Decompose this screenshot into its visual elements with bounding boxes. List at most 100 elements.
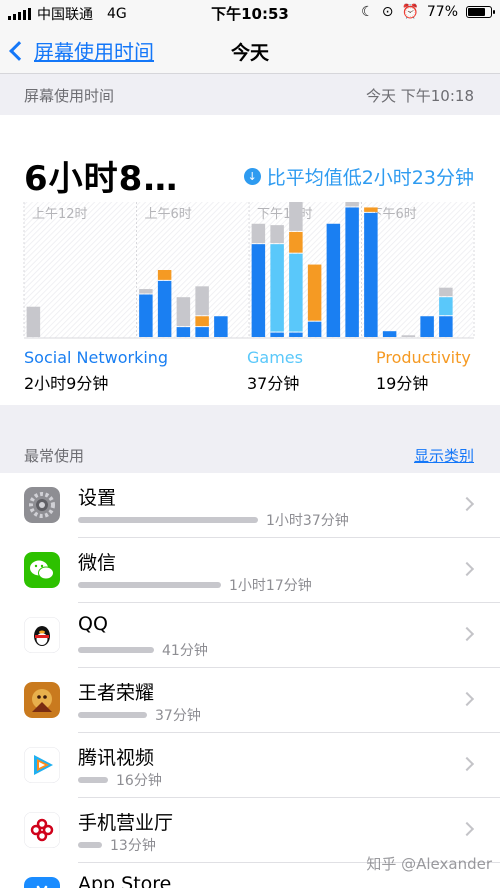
app-name: 腾讯视频	[78, 747, 155, 769]
chart-bar-segment	[382, 331, 397, 337]
legend-social-time: 2小时9分钟	[24, 374, 109, 393]
chart-bar-segment	[157, 270, 172, 280]
usage-bar	[78, 647, 154, 653]
chart-bar-segment	[157, 280, 172, 337]
chevron-right-icon	[459, 561, 475, 577]
chart-bar-segment	[439, 297, 453, 316]
chevron-right-icon	[459, 756, 475, 772]
daily-summary-card[interactable]: 6小时8… ↓ 比平均值低2小时23分钟 上午12时 上午6时 下午12时 下午6时 …	[0, 115, 500, 405]
watermark: 知乎 @Alexander	[366, 855, 492, 873]
chart-bar-segment	[289, 253, 303, 332]
chevron-right-icon	[459, 496, 475, 512]
app-name: 微信	[78, 552, 117, 574]
app-usage-list: 设置 1小时37分钟 微信 1小时17分钟 QQ 41分钟 王者荣耀 37分钟	[0, 473, 500, 888]
china-unicom-icon	[24, 812, 60, 848]
honor-of-kings-icon	[24, 682, 60, 718]
legend-games-label: Games	[247, 348, 303, 367]
usage-time: 41分钟	[162, 643, 208, 659]
screen-time-section-header: 屏幕使用时间 今天 下午10:18	[0, 75, 500, 115]
tencent-video-icon	[24, 747, 60, 783]
legend-games: Games 37分钟	[247, 348, 303, 394]
chart-bar-segment	[251, 223, 266, 244]
most-used-title: 最常使用	[24, 447, 85, 465]
chart-bar-segment	[364, 212, 378, 337]
chart-bar-segment	[401, 335, 416, 337]
list-item[interactable]: QQ 41分钟	[0, 603, 500, 668]
wechat-icon	[24, 552, 60, 588]
qq-icon	[24, 617, 60, 653]
chart-bar-segment	[420, 316, 434, 337]
chart-bar-segment	[176, 327, 191, 337]
section-title: 屏幕使用时间	[24, 87, 115, 105]
list-item[interactable]: 腾讯视频 16分钟	[0, 733, 500, 798]
chart-tick-label: 上午6时	[145, 207, 192, 222]
app-name: QQ	[78, 613, 108, 635]
chart-bar-segment	[326, 223, 341, 337]
chart-background-hatch	[361, 202, 473, 338]
usage-bar	[78, 712, 147, 718]
legend-productivity-label: Productivity	[376, 348, 471, 367]
chart-bar-segment	[345, 202, 359, 207]
chart-bar-segment	[270, 225, 284, 244]
chart-bar-segment	[345, 207, 359, 337]
status-bar: 中国联通 4G 下午10:53 ☾ ⊙ ⏰ 77%	[0, 0, 500, 26]
most-used-section-header: 最常使用 显示类别	[0, 405, 500, 473]
chart-background-hatch	[24, 202, 136, 338]
chart-background-hatch	[249, 202, 361, 338]
legend-social-label: Social Networking	[24, 348, 169, 367]
chart-bar-segment	[270, 244, 284, 332]
app-name: 手机营业厅	[78, 812, 174, 834]
list-item[interactable]: 微信 1小时17分钟	[0, 538, 500, 603]
chart-bar-segment	[364, 207, 378, 212]
chart-bar-segment	[176, 297, 191, 327]
chart-bar-segment	[214, 316, 228, 337]
usage-time: 1小时17分钟	[229, 578, 312, 594]
usage-bar	[78, 582, 221, 588]
usage-time: 37分钟	[155, 708, 201, 724]
list-item[interactable]: 王者荣耀 37分钟	[0, 668, 500, 733]
chart-bar-segment	[307, 264, 322, 321]
legend-productivity: Productivity 19分钟	[376, 348, 471, 394]
battery-percent: 77%	[426, 4, 458, 20]
chart-tick-label: 下午12时	[257, 207, 313, 222]
usage-bar	[78, 777, 108, 783]
chevron-right-icon	[459, 626, 475, 642]
comparison-label: ↓ 比平均值低2小时23分钟	[243, 163, 474, 190]
chart-bar-segment	[26, 306, 41, 337]
chart-bar-segment	[439, 316, 453, 337]
app-name: 设置	[78, 487, 117, 509]
list-item[interactable]: 设置 1小时37分钟	[0, 473, 500, 538]
total-screen-time: 6小时8…	[24, 159, 179, 199]
show-categories-link[interactable]: 显示类别	[414, 445, 474, 466]
usage-bar	[78, 517, 258, 523]
chart-bar-segment	[195, 327, 209, 337]
chart-bar-segment	[289, 202, 303, 231]
chart-bar-segment	[251, 244, 266, 337]
usage-time: 13分钟	[110, 838, 156, 854]
updated-timestamp: 今天 下午10:18	[366, 87, 474, 105]
chart-bar-segment	[289, 231, 303, 253]
chevron-right-icon	[459, 691, 475, 707]
hourly-usage-chart[interactable]: 上午12时 上午6时 下午12时 下午6时	[0, 200, 500, 342]
app-name: 王者荣耀	[78, 682, 155, 704]
chart-bar-segment	[139, 294, 153, 337]
chart-tick-label: 上午12时	[32, 207, 88, 222]
comparison-text: 比平均值低2小时23分钟	[266, 167, 474, 189]
chart-bar-segment	[307, 321, 322, 337]
chart-bar-segment	[195, 286, 209, 316]
legend-games-time: 37分钟	[247, 374, 300, 393]
arrow-down-circle-icon: ↓	[243, 168, 261, 185]
page-title: 今天	[230, 42, 269, 64]
chart-bar-segment	[195, 316, 209, 327]
chart-background-hatch	[136, 202, 248, 338]
chart-bar-segment	[289, 332, 303, 337]
legend-productivity-time: 19分钟	[376, 374, 429, 393]
app-name: App Store	[78, 873, 172, 888]
navigation-bar: 屏幕使用时间 今天	[0, 26, 500, 74]
alarm-icon: ⏰	[401, 4, 419, 20]
chart-bar-segment	[439, 287, 453, 297]
settings-icon	[24, 487, 60, 523]
status-right: ☾ ⊙ ⏰ 77%	[361, 4, 495, 20]
usage-time: 16分钟	[116, 773, 162, 789]
orientation-lock-icon: ⊙	[381, 4, 394, 20]
